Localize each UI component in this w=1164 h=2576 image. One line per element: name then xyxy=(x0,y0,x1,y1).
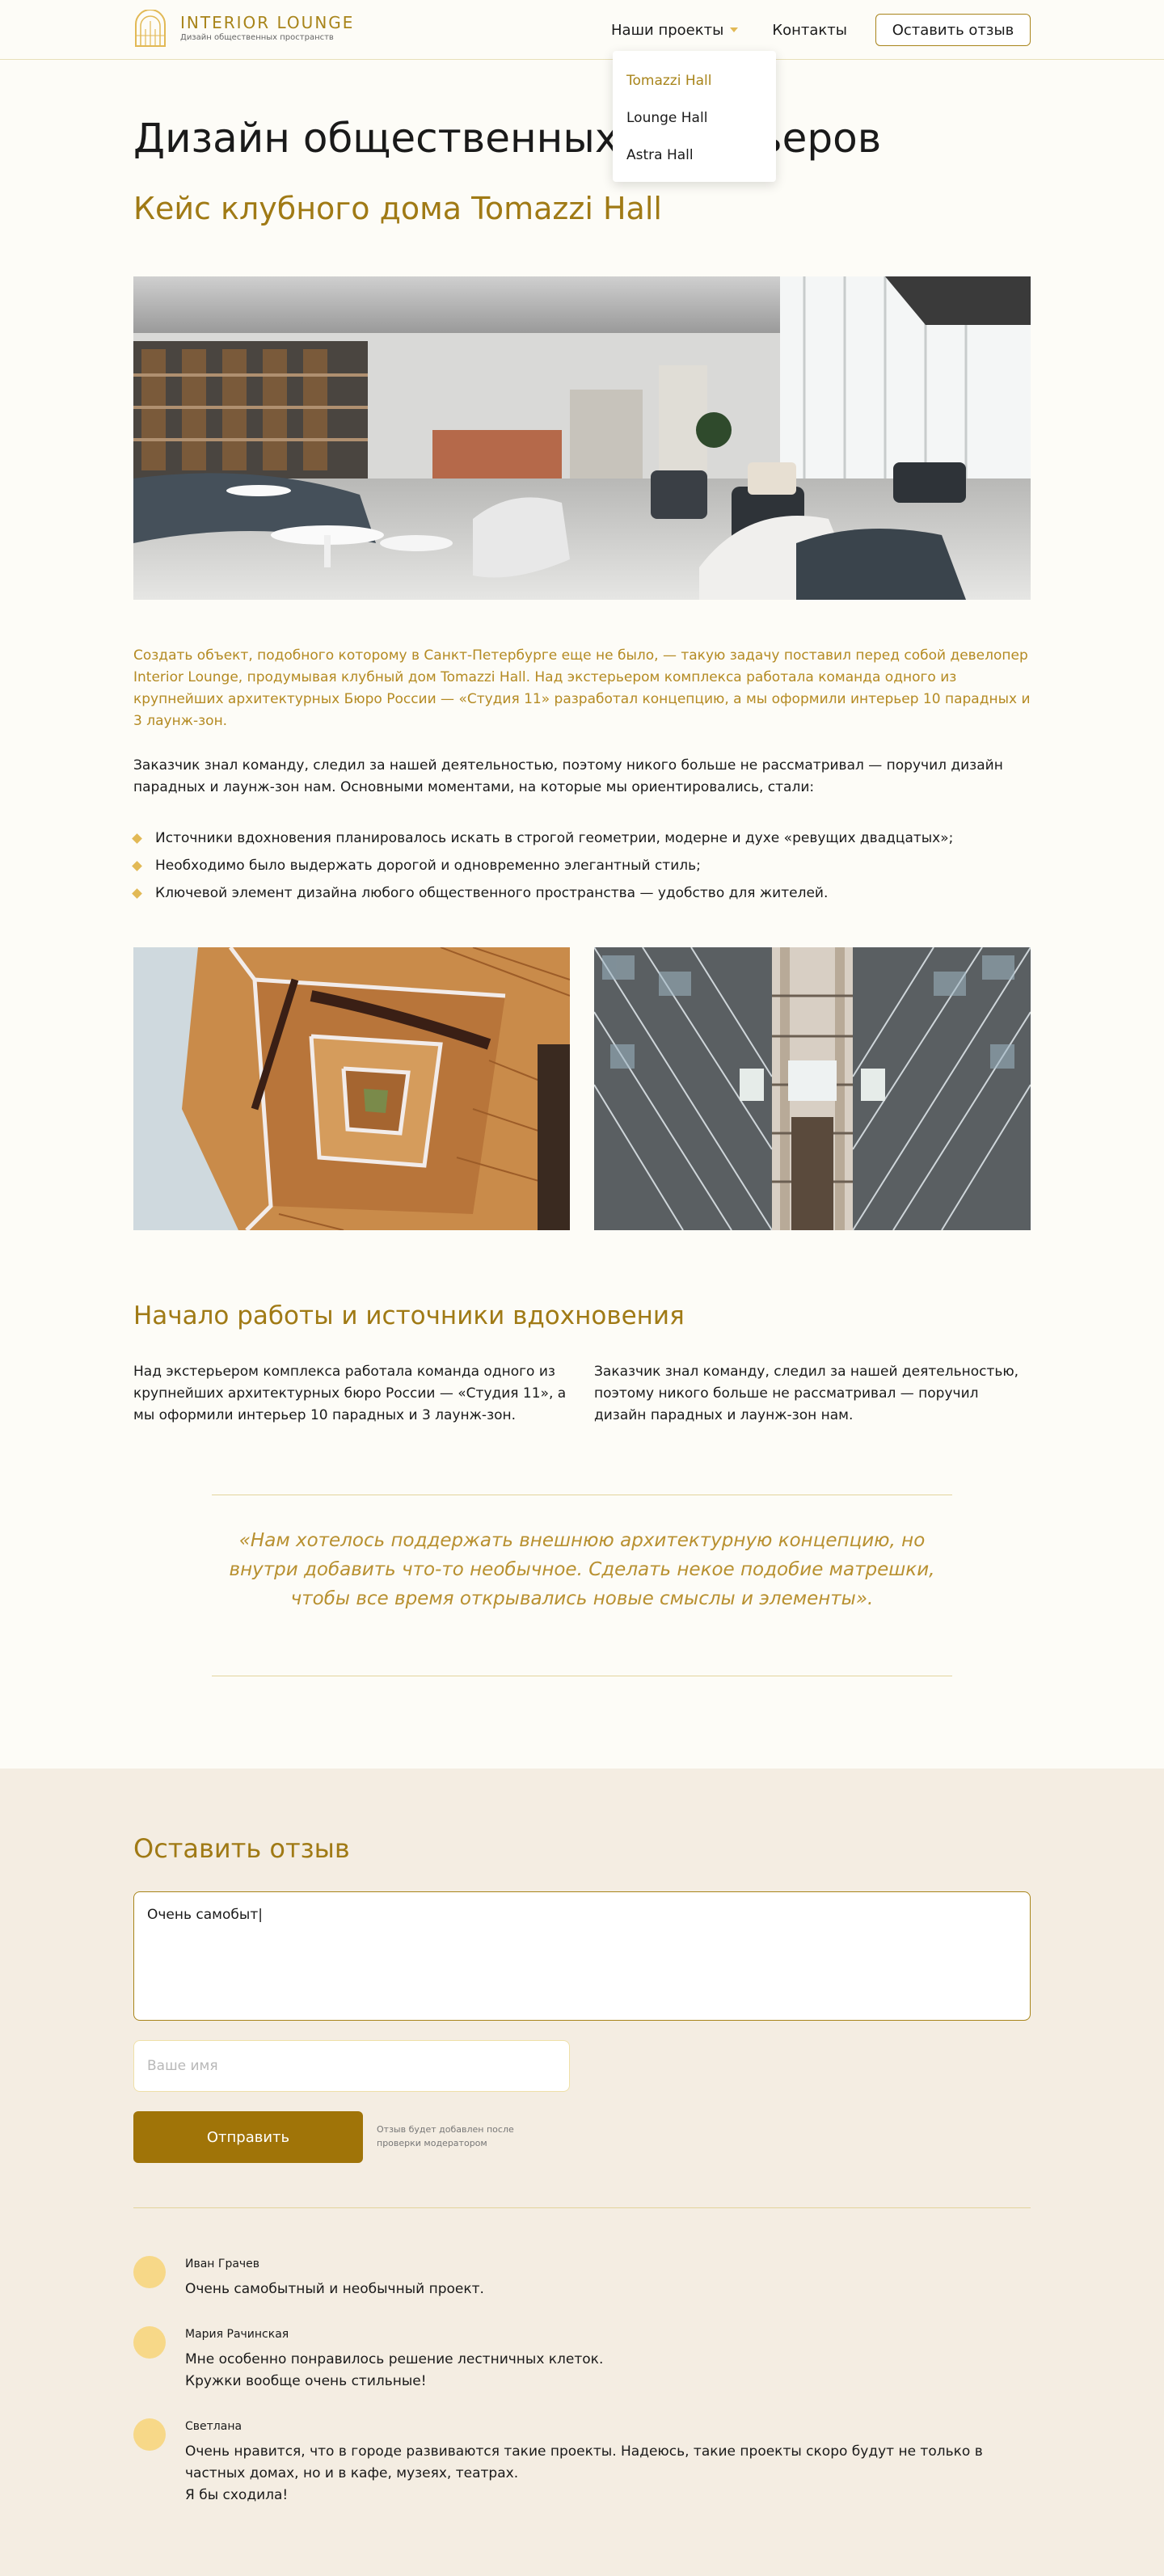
comment-text: Очень самобытный и необычный проект. xyxy=(185,2281,484,2297)
diamond-bullet-icon xyxy=(132,887,142,899)
submit-button[interactable]: Отправить xyxy=(133,2111,363,2163)
diamond-bullet-icon xyxy=(132,833,142,844)
page-subtitle: Кейс клубного дома Tomazzi Hall xyxy=(133,191,662,226)
logo-arch-icon xyxy=(135,10,166,47)
comment-text: Очень нравится, что в городе развиваются… xyxy=(185,2443,983,2503)
section-title: Начало работы и источники вдохновения xyxy=(133,1301,685,1330)
dropdown-item-tomazzi-hall[interactable]: Tomazzi Hall xyxy=(613,62,776,99)
name-input[interactable] xyxy=(133,2040,570,2092)
nav-contacts[interactable]: Контакты xyxy=(772,22,847,39)
logo[interactable]: INTERIOR LOUNGE Дизайн общественных прос… xyxy=(133,10,354,47)
avatar xyxy=(133,2256,166,2288)
page: INTERIOR LOUNGE Дизайн общественных прос… xyxy=(0,0,1164,2576)
lead-paragraph: Создать объект, подобного которому в Сан… xyxy=(133,647,1031,729)
comments-divider xyxy=(133,2207,1031,2208)
list-item: Ключевой элемент дизайна любого обществе… xyxy=(132,879,953,907)
nav-projects-label: Наши проекты xyxy=(611,21,724,39)
dropdown-item-lounge-hall[interactable]: Lounge Hall xyxy=(613,99,776,137)
comment-author: Мария Рачинская xyxy=(185,2328,289,2341)
list-item: Необходимо было выдержать дорогой и одно… xyxy=(132,852,953,879)
hero-lobby-image xyxy=(133,276,1031,600)
review-textarea[interactable]: Очень самобыт| xyxy=(133,1891,1031,2021)
logo-title: INTERIOR LOUNGE xyxy=(180,13,355,32)
leave-review-button[interactable]: Оставить отзыв xyxy=(875,14,1031,46)
intro-paragraph: Заказчик знал команду, следил за нашей д… xyxy=(133,757,1003,795)
staircase-image xyxy=(133,947,570,1230)
comment-author: Светлана xyxy=(185,2420,242,2433)
comment-author: Иван Грачев xyxy=(185,2258,260,2270)
moderation-note: Отзыв будет добавлен после проверки моде… xyxy=(377,2124,514,2148)
comment-text: Мне особенно понравилось решение лестнич… xyxy=(185,2351,604,2389)
nav-projects[interactable]: Наши проекты xyxy=(611,21,739,39)
review-form-title: Оставить отзыв xyxy=(133,1833,350,1864)
quote: «Нам хотелось поддержать внешнюю архитек… xyxy=(229,1530,935,1609)
site-header: INTERIOR LOUNGE Дизайн общественных прос… xyxy=(0,0,1164,60)
diamond-bullet-icon xyxy=(132,860,142,871)
chevron-down-icon xyxy=(730,27,739,32)
key-points-list: Источники вдохновения планировалось иска… xyxy=(132,824,953,907)
dropdown-item-astra-hall[interactable]: Astra Hall xyxy=(613,137,776,174)
avatar xyxy=(133,2326,166,2359)
elevator-atrium-image xyxy=(594,947,1031,1230)
review-section: Оставить отзыв Очень самобыт| Отправить … xyxy=(0,1769,1164,2576)
projects-dropdown: Tomazzi Hall Lounge Hall Astra Hall xyxy=(613,51,776,182)
logo-subtitle: Дизайн общественных пространств xyxy=(180,33,334,42)
avatar xyxy=(133,2418,166,2451)
section-column-left: Над экстерьером комплекса работала коман… xyxy=(133,1364,567,1423)
section-column-right: Заказчик знал команду, следил за нашей д… xyxy=(594,1364,1019,1423)
list-item: Источники вдохновения планировалось иска… xyxy=(132,824,953,852)
